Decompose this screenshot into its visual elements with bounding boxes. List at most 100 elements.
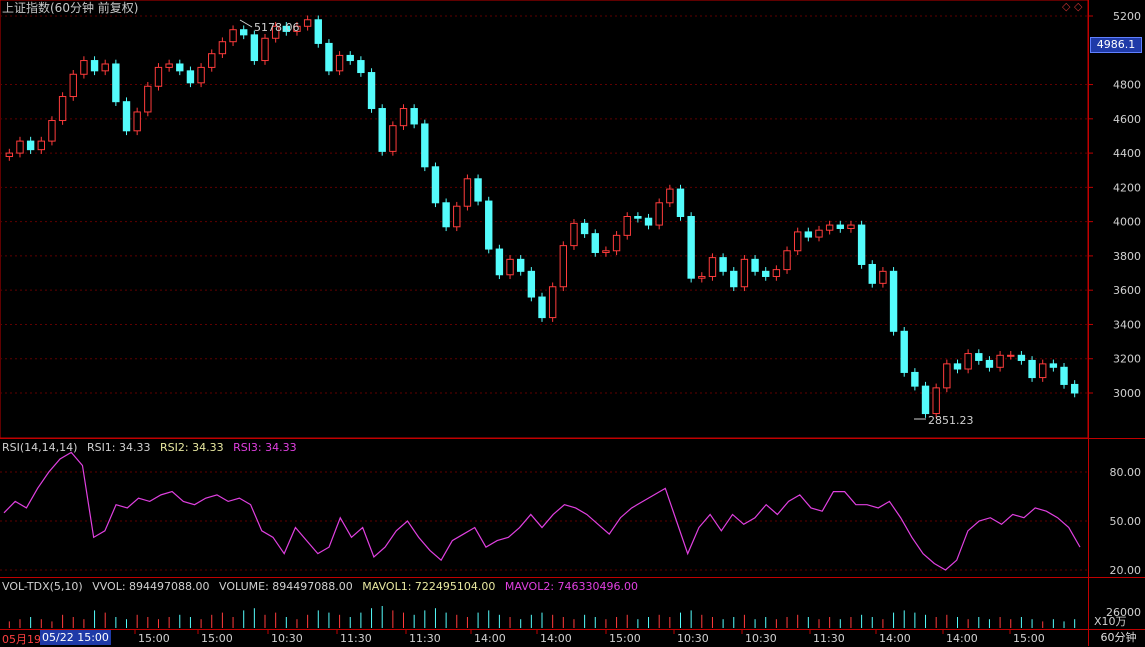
candle-body bbox=[431, 166, 440, 204]
price-y-tick: 3600 bbox=[1113, 284, 1141, 297]
x-axis-label: 11:30 bbox=[813, 632, 845, 645]
candle bbox=[1007, 351, 1015, 360]
candle bbox=[1028, 356, 1036, 382]
last-price-badge: 4986.1 bbox=[1090, 37, 1142, 53]
candle-body bbox=[900, 330, 908, 373]
candle bbox=[1060, 363, 1068, 389]
price-y-tick: 5200 bbox=[1113, 10, 1141, 23]
rsi3-value: RSI3: 34.33 bbox=[233, 441, 297, 454]
candle bbox=[463, 174, 472, 211]
x-axis-label: 11:30 bbox=[340, 632, 372, 645]
candle bbox=[186, 66, 195, 88]
candle-body bbox=[825, 224, 834, 231]
candle bbox=[421, 119, 429, 172]
candle-body bbox=[69, 73, 77, 98]
candle bbox=[314, 15, 322, 48]
corner-diamond-icons[interactable]: ◇ ◇ bbox=[1062, 0, 1082, 14]
candle-body bbox=[655, 202, 663, 226]
candlesticks[interactable] bbox=[5, 15, 1079, 418]
candle bbox=[410, 104, 418, 129]
candle-body bbox=[591, 233, 599, 253]
candle bbox=[399, 104, 408, 130]
candle bbox=[570, 219, 578, 250]
candle-body bbox=[804, 231, 813, 238]
candle bbox=[847, 220, 855, 233]
candle bbox=[804, 227, 813, 242]
candle bbox=[698, 272, 706, 283]
x-axis-label: 10:30 bbox=[677, 632, 709, 645]
candle-body bbox=[975, 353, 983, 361]
high-price-label: 5178.06 bbox=[254, 21, 300, 34]
candle-body bbox=[1017, 354, 1026, 361]
candle bbox=[335, 51, 344, 76]
price-y-tick: 3000 bbox=[1113, 387, 1141, 400]
candle-body bbox=[37, 140, 45, 151]
candle-body bbox=[314, 19, 322, 44]
rsi-line bbox=[3, 451, 1081, 571]
candle-body bbox=[442, 202, 450, 228]
period-selector[interactable]: 60分钟 bbox=[1092, 630, 1145, 646]
candle bbox=[953, 359, 962, 374]
x-axis-label: 15:00 bbox=[138, 632, 170, 645]
candle-body bbox=[751, 258, 759, 272]
rsi-name: RSI(14,14,14) bbox=[2, 441, 78, 454]
candle bbox=[90, 56, 99, 76]
rsi-legend: RSI(14,14,14) RSI1: 34.33 RSI2: 34.33 RS… bbox=[2, 441, 303, 455]
candle-body bbox=[240, 29, 248, 36]
candle bbox=[527, 267, 536, 302]
rsi2-value: RSI2: 34.33 bbox=[160, 441, 224, 454]
candle-body bbox=[176, 63, 184, 72]
candle-body bbox=[548, 286, 557, 319]
rsi-y-tick: 80.00 bbox=[1110, 466, 1142, 479]
candle-body bbox=[26, 140, 35, 151]
candle bbox=[165, 59, 173, 72]
x-axis-label: 11:30 bbox=[409, 632, 441, 645]
x-axis-label: 14:00 bbox=[879, 632, 911, 645]
candle bbox=[485, 196, 493, 254]
candle bbox=[80, 56, 88, 79]
candle bbox=[26, 136, 35, 154]
candle bbox=[154, 63, 163, 91]
candle bbox=[538, 292, 546, 322]
candle-body bbox=[1007, 354, 1015, 357]
candle-body bbox=[623, 215, 631, 236]
candle bbox=[144, 81, 152, 117]
x-axis-label: 15:00 bbox=[201, 632, 233, 645]
candle bbox=[453, 201, 461, 232]
candle bbox=[37, 136, 45, 154]
candle-body bbox=[58, 96, 67, 122]
candle-body bbox=[90, 60, 99, 72]
candle bbox=[900, 327, 908, 377]
candle bbox=[644, 213, 653, 230]
price-y-tick: 4400 bbox=[1113, 147, 1141, 160]
candle-body bbox=[666, 188, 674, 204]
candle-body bbox=[762, 270, 770, 277]
candle bbox=[975, 349, 983, 365]
low-price-label: 2851.23 bbox=[928, 414, 974, 427]
candle bbox=[825, 220, 834, 235]
candle bbox=[911, 368, 919, 391]
candle bbox=[101, 59, 109, 76]
candle bbox=[751, 255, 759, 276]
candle-body bbox=[719, 257, 727, 272]
candle-body bbox=[410, 108, 418, 125]
candle bbox=[112, 59, 120, 106]
candle bbox=[719, 253, 727, 276]
stock-chart[interactable]: 5200 4800 4600 4400 4200 4000 3800 3600 3400 3200… bbox=[0, 0, 1145, 646]
candle-body bbox=[208, 53, 216, 68]
candle bbox=[1070, 380, 1079, 398]
candle-body bbox=[559, 245, 568, 288]
candle-body bbox=[218, 41, 227, 55]
candle bbox=[229, 25, 237, 46]
candle-body bbox=[506, 258, 514, 276]
candle bbox=[48, 116, 56, 146]
candle-body bbox=[580, 222, 589, 235]
candle bbox=[16, 136, 24, 158]
candle bbox=[346, 51, 354, 65]
price-panel-frame bbox=[0, 0, 1089, 439]
candle-body bbox=[378, 108, 386, 152]
candle bbox=[730, 267, 738, 292]
rsi1-value: RSI1: 34.33 bbox=[86, 441, 151, 454]
candle bbox=[58, 92, 67, 125]
candle bbox=[762, 267, 770, 281]
